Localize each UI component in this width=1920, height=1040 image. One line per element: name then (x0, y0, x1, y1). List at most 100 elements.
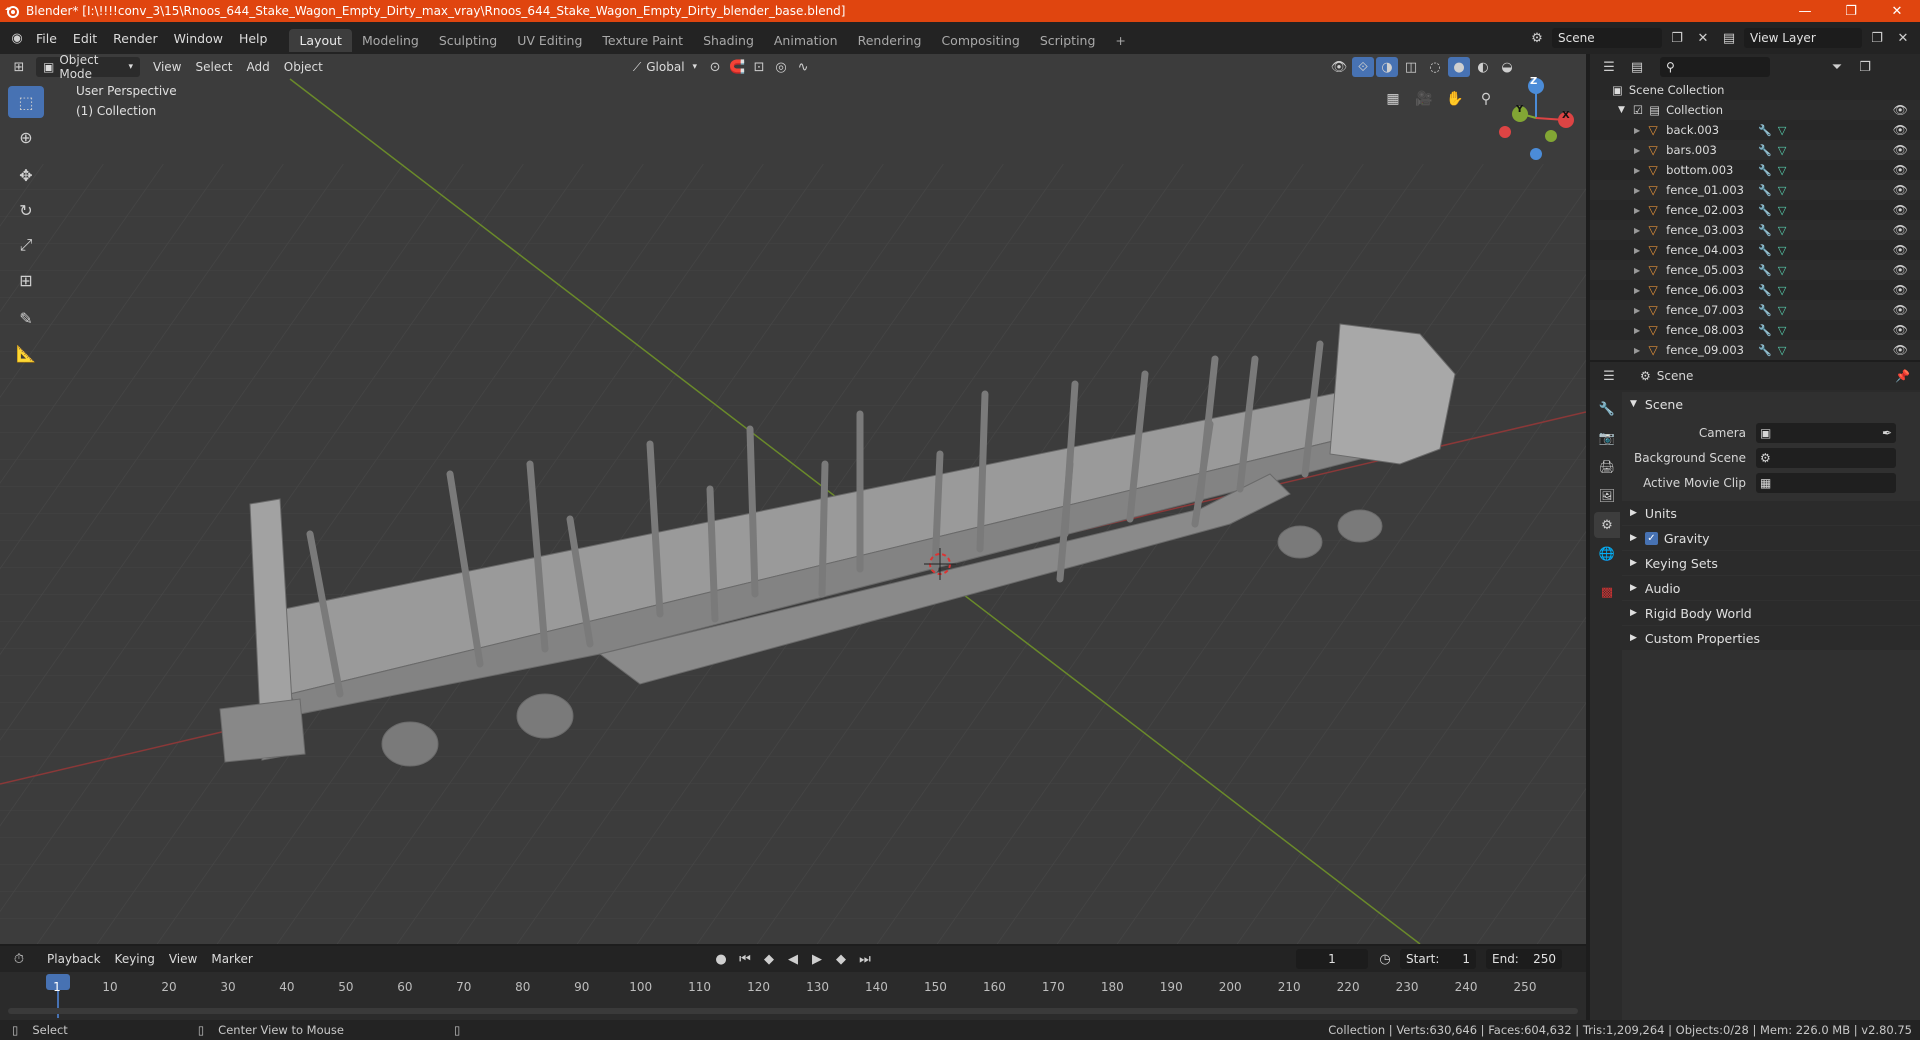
tab-rendering[interactable]: Rendering (848, 29, 932, 52)
tab-modeling[interactable]: Modeling (352, 29, 429, 52)
scene-panel-header[interactable]: ▼ Scene (1622, 392, 1920, 416)
timeline-editor-icon[interactable]: ⏱ (8, 949, 30, 969)
visibility-icon[interactable]: 👁 (1328, 57, 1350, 77)
jump-start-icon[interactable]: ⏮ (734, 949, 756, 969)
eye-icon[interactable]: 👁 (1893, 183, 1908, 197)
modifier-wrench-icon[interactable]: 🔧 (1758, 284, 1772, 297)
remove-view-layer-icon[interactable]: ✕ (1892, 28, 1914, 48)
shading-wireframe-icon[interactable]: ◌ (1424, 57, 1446, 77)
blender-menu-icon[interactable]: ◉ (6, 28, 28, 48)
outliner-object-row[interactable]: ▶ ▽ fence_06.003 🔧 ▽ 👁 (1590, 280, 1920, 300)
eye-icon[interactable]: 👁 (1893, 243, 1908, 257)
menu-add[interactable]: Add (240, 57, 277, 77)
expand-arrow-icon[interactable]: ▶ (1634, 166, 1640, 175)
eye-icon[interactable]: 👁 (1893, 283, 1908, 297)
new-scene-icon[interactable]: ❐ (1666, 28, 1688, 48)
zoom-icon[interactable]: ⚲ (1473, 86, 1499, 112)
modifier-wrench-icon[interactable]: 🔧 (1758, 224, 1772, 237)
mesh-data-icon[interactable]: ▽ (1778, 144, 1786, 157)
expand-arrow-icon[interactable]: ▶ (1634, 126, 1640, 135)
play-icon[interactable]: ▶ (806, 949, 828, 969)
expand-arrow-icon[interactable]: ▶ (1634, 346, 1640, 355)
shading-rendered-icon[interactable]: ◒ (1496, 57, 1518, 77)
transform-tool-icon[interactable]: ⊞ (8, 264, 44, 296)
new-view-layer-icon[interactable]: ❐ (1866, 28, 1888, 48)
eye-icon[interactable]: 👁 (1893, 123, 1908, 137)
tab-layout[interactable]: Layout (289, 29, 352, 52)
world-tab-icon[interactable]: 🌐 (1594, 541, 1620, 567)
timeline-scrollbar[interactable] (8, 1008, 1578, 1014)
tab-shading[interactable]: Shading (693, 29, 764, 52)
prev-keyframe-icon[interactable]: ◆ (758, 949, 780, 969)
expand-arrow-icon[interactable]: ▶ (1634, 226, 1640, 235)
modifier-wrench-icon[interactable]: 🔧 (1758, 144, 1772, 157)
menu-timeline-view[interactable]: View (162, 949, 204, 969)
record-icon[interactable]: ● (710, 949, 732, 969)
clock-icon[interactable]: ◷ (1374, 949, 1396, 969)
mesh-data-icon[interactable]: ▽ (1778, 304, 1786, 317)
eye-icon[interactable]: 👁 (1893, 303, 1908, 317)
expand-arrow-icon[interactable]: ▶ (1634, 326, 1640, 335)
custom-properties-panel-header[interactable]: ▶ Custom Properties (1622, 626, 1920, 650)
mode-selector[interactable]: ▣ Object Mode ▾ (36, 53, 140, 81)
outliner-object-row[interactable]: ▶ ▽ bottom.003 🔧 ▽ 👁 (1590, 160, 1920, 180)
keying-sets-panel-header[interactable]: ▶ Keying Sets (1622, 551, 1920, 575)
proportional-edit-icon[interactable]: ◎ (770, 57, 792, 77)
outliner-object-row[interactable]: ▶ ▽ fence_08.003 🔧 ▽ 👁 (1590, 320, 1920, 340)
editor-type-icon[interactable]: ⊞ (8, 57, 30, 77)
scale-tool-icon[interactable]: ⤢ (8, 229, 44, 261)
filter-icon[interactable]: ⏷ (1826, 57, 1848, 77)
xray-icon[interactable]: ◫ (1400, 57, 1422, 77)
snap-icon[interactable]: 🧲 (726, 57, 748, 77)
shading-solid-icon[interactable]: ● (1448, 57, 1470, 77)
remove-scene-icon[interactable]: ✕ (1692, 28, 1714, 48)
new-collection-icon[interactable]: ❐ (1854, 57, 1876, 77)
falloff-icon[interactable]: ∿ (792, 57, 814, 77)
display-mode-icon[interactable]: ▤ (1626, 57, 1648, 77)
camera-field[interactable]: ▣ ✒ (1756, 422, 1896, 443)
tab-texture-paint[interactable]: Texture Paint (592, 29, 693, 52)
eye-icon[interactable]: 👁 (1893, 323, 1908, 337)
mesh-data-icon[interactable]: ▽ (1778, 124, 1786, 137)
modifier-wrench-icon[interactable]: 🔧 (1758, 264, 1772, 277)
menu-object[interactable]: Object (277, 57, 330, 77)
outliner-object-row[interactable]: ▶ ▽ fence_02.003 🔧 ▽ 👁 (1590, 200, 1920, 220)
expand-arrow-icon[interactable]: ▶ (1634, 146, 1640, 155)
next-keyframe-icon[interactable]: ◆ (830, 949, 852, 969)
pin-icon[interactable]: 📌 (1895, 369, 1910, 383)
outliner-object-row[interactable]: ▶ ▽ fence_07.003 🔧 ▽ 👁 (1590, 300, 1920, 320)
mesh-data-icon[interactable]: ▽ (1778, 224, 1786, 237)
expand-arrow-icon[interactable]: ▶ (1634, 206, 1640, 215)
overlay-toggle-icon[interactable]: ◑ (1376, 57, 1398, 77)
modifier-wrench-icon[interactable]: 🔧 (1758, 344, 1772, 357)
outliner-object-row[interactable]: ▶ ▽ fence_01.003 🔧 ▽ 👁 (1590, 180, 1920, 200)
texture-tab-icon[interactable]: ▩ (1594, 579, 1620, 605)
tool-tab-icon[interactable]: 🔧 (1594, 396, 1620, 422)
current-frame-field[interactable]: 1 (1296, 949, 1368, 969)
gravity-checkbox[interactable]: ✓ (1644, 531, 1658, 545)
ortho-toggle-icon[interactable]: ▦ (1380, 86, 1406, 112)
outliner-object-row[interactable]: ▶ ▽ fence_04.003 🔧 ▽ 👁 (1590, 240, 1920, 260)
modifier-wrench-icon[interactable]: 🔧 (1758, 184, 1772, 197)
tab-sculpting[interactable]: Sculpting (429, 29, 507, 52)
menu-edit[interactable]: Edit (65, 31, 105, 46)
select-box-tool-icon[interactable]: ⬚ (8, 86, 44, 118)
outliner-object-row[interactable]: ▶ ▽ fence_03.003 🔧 ▽ 👁 (1590, 220, 1920, 240)
modifier-wrench-icon[interactable]: 🔧 (1758, 324, 1772, 337)
pan-hand-icon[interactable]: ✋ (1442, 86, 1468, 112)
eye-icon[interactable]: 👁 (1893, 343, 1908, 357)
camera-view-icon[interactable]: 🎥 (1411, 86, 1437, 112)
background-scene-field[interactable]: ⚙ (1756, 447, 1896, 468)
cursor-tool-icon[interactable]: ⊕ (8, 121, 44, 153)
tab-scripting[interactable]: Scripting (1030, 29, 1106, 52)
audio-panel-header[interactable]: ▶ Audio (1622, 576, 1920, 600)
mesh-data-icon[interactable]: ▽ (1778, 264, 1786, 277)
menu-view[interactable]: View (146, 57, 188, 77)
expand-arrow-icon[interactable]: ▶ (1634, 286, 1640, 295)
start-frame-field[interactable]: Start:2501 (1400, 949, 1476, 969)
tab-compositing[interactable]: Compositing (931, 29, 1029, 52)
eye-icon[interactable]: 👁 (1893, 223, 1908, 237)
mesh-data-icon[interactable]: ▽ (1778, 284, 1786, 297)
expand-arrow-icon[interactable]: ▶ (1634, 246, 1640, 255)
scene-selector[interactable]: Scene (1552, 28, 1662, 48)
